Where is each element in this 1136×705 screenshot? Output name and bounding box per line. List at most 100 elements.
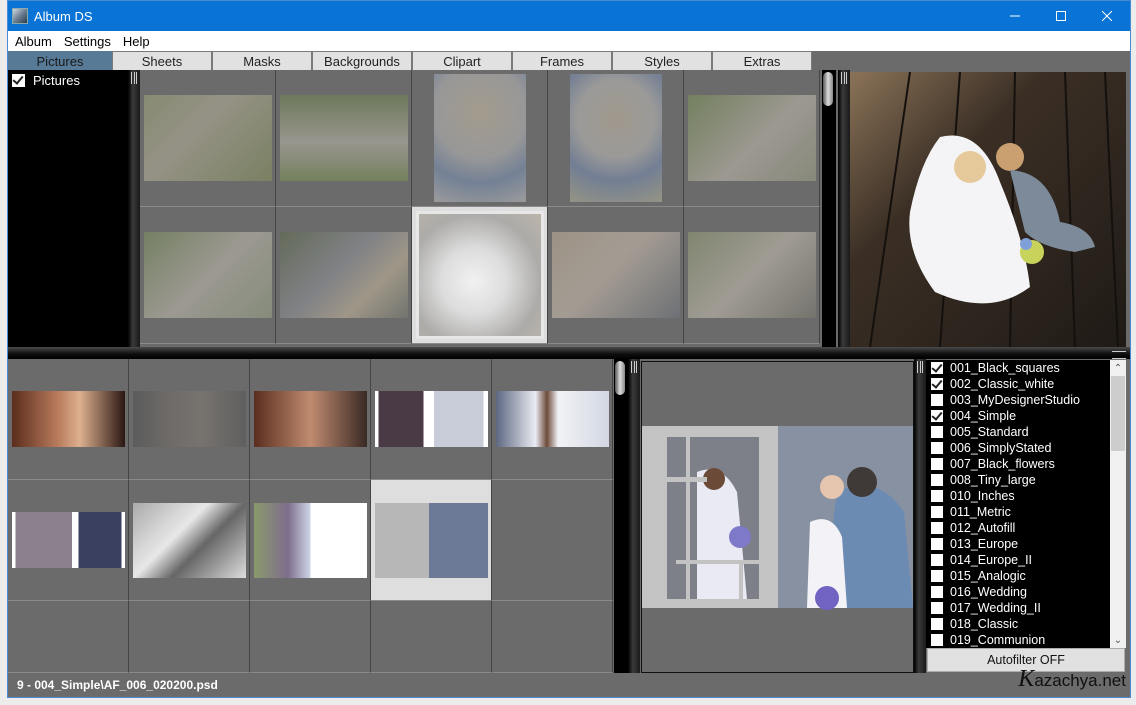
style-checkbox[interactable] (931, 426, 943, 438)
tab-clipart[interactable]: Clipart (412, 51, 512, 70)
tab-backgrounds[interactable]: Backgrounds (312, 51, 412, 70)
maximize-button[interactable] (1038, 1, 1084, 31)
scrollbar-thumb[interactable] (1111, 376, 1125, 451)
style-checkbox[interactable] (931, 442, 943, 454)
sheet-preview-resize-handle[interactable] (628, 359, 640, 673)
minimize-button[interactable] (992, 1, 1038, 31)
styles-resize-handle[interactable] (914, 359, 926, 673)
picture-cell[interactable] (140, 70, 276, 207)
tab-pictures[interactable]: Pictures (8, 51, 112, 70)
sheet-cell[interactable] (129, 359, 250, 480)
style-checkbox[interactable] (931, 586, 943, 598)
scrollbar-thumb[interactable] (615, 361, 625, 395)
menu-album[interactable]: Album (8, 34, 58, 49)
title-bar: Album DS (8, 1, 1130, 31)
picture-cell[interactable] (140, 207, 276, 344)
sheet-cell[interactable] (371, 480, 492, 601)
style-label: 016_Wedding (950, 585, 1027, 599)
style-label: 014_Europe_II (950, 553, 1033, 567)
style-checkbox[interactable] (931, 362, 943, 374)
picture-cell[interactable] (548, 207, 684, 344)
style-checkbox[interactable] (931, 410, 943, 422)
tab-frames[interactable]: Frames (512, 51, 612, 70)
style-checkbox[interactable] (931, 554, 943, 566)
style-list-item[interactable]: 006_SimplyStated (926, 440, 1110, 456)
menu-help[interactable]: Help (117, 34, 156, 49)
status-text: 9 - 004_Simple\AF_006_020200.psd (17, 678, 218, 692)
tab-sheets[interactable]: Sheets (112, 51, 212, 70)
style-list-item[interactable]: 001_Black_squares (926, 360, 1110, 376)
scrollbar-thumb[interactable] (823, 72, 833, 106)
style-list-item[interactable]: 016_Wedding (926, 584, 1110, 600)
style-checkbox[interactable] (931, 570, 943, 582)
style-list-item[interactable]: 019_Communion (926, 632, 1110, 648)
tree-checkbox[interactable] (12, 74, 25, 87)
style-checkbox[interactable] (931, 490, 943, 502)
tree-item-pictures[interactable]: Pictures (8, 70, 128, 91)
sheet-cell[interactable] (129, 480, 250, 601)
style-checkbox[interactable] (931, 378, 943, 390)
sheet-cell[interactable] (8, 359, 129, 480)
style-list-item[interactable]: 002_Classic_white (926, 376, 1110, 392)
tab-extras[interactable]: Extras (712, 51, 812, 70)
picture-cell[interactable] (276, 207, 412, 344)
style-label: 019_Communion (950, 633, 1046, 647)
style-list-item[interactable]: 003_MyDesignerStudio (926, 392, 1110, 408)
sheet-cell[interactable] (250, 480, 371, 601)
picture-cell[interactable] (684, 207, 820, 344)
sheet-cell[interactable] (8, 480, 129, 601)
style-checkbox[interactable] (931, 506, 943, 518)
sheet-cell[interactable] (371, 359, 492, 480)
tree-resize-handle[interactable] (128, 70, 140, 347)
style-list-item[interactable]: 004_Simple (926, 408, 1110, 424)
style-checkbox[interactable] (931, 394, 943, 406)
sheet-cell[interactable] (250, 359, 371, 480)
app-window: Album DS Album Settings Help Pictures Sh… (7, 0, 1131, 698)
style-list-item[interactable]: 018_Classic (926, 616, 1110, 632)
style-label: 012_Autofill (950, 521, 1016, 535)
sheets-scrollbar[interactable] (614, 359, 628, 673)
pictures-scrollbar[interactable] (822, 70, 836, 347)
style-list-item[interactable]: 011_Metric (926, 504, 1110, 520)
style-checkbox[interactable] (931, 474, 943, 486)
style-checkbox[interactable] (931, 538, 943, 550)
horizontal-splitter[interactable] (8, 347, 1130, 359)
style-label: 006_SimplyStated (950, 441, 1052, 455)
pictures-grid (140, 70, 820, 347)
tab-styles[interactable]: Styles (612, 51, 712, 70)
empty-sheet-cell (129, 601, 250, 673)
style-list-item[interactable]: 014_Europe_II (926, 552, 1110, 568)
style-list-item[interactable]: 005_Standard (926, 424, 1110, 440)
scroll-down-icon[interactable]: ⌄ (1110, 632, 1126, 648)
style-checkbox[interactable] (931, 618, 943, 630)
picture-cell[interactable] (684, 70, 820, 207)
preview-resize-handle[interactable] (838, 70, 850, 347)
styles-list-scrollbar[interactable]: ⌃ ⌄ (1110, 360, 1126, 648)
close-button[interactable] (1084, 1, 1130, 31)
style-list-item[interactable]: 008_Tiny_large (926, 472, 1110, 488)
style-list-item[interactable]: 013_Europe (926, 536, 1110, 552)
folder-tree: Pictures (8, 70, 128, 347)
sheet-preview (641, 361, 914, 673)
sheet-thumbnail (11, 391, 125, 447)
style-list-item[interactable]: 010_Inches (926, 488, 1110, 504)
tab-masks[interactable]: Masks (212, 51, 312, 70)
picture-cell[interactable] (276, 70, 412, 207)
style-list-item[interactable]: 007_Black_flowers (926, 456, 1110, 472)
style-checkbox[interactable] (931, 458, 943, 470)
empty-sheet-cell (250, 601, 371, 673)
style-checkbox[interactable] (931, 634, 943, 646)
style-list-item[interactable]: 015_Analogic (926, 568, 1110, 584)
picture-cell[interactable] (412, 207, 548, 344)
list-menu-icon[interactable] (1112, 351, 1126, 359)
sheet-cell[interactable] (492, 359, 613, 480)
style-list-item[interactable]: 012_Autofill (926, 520, 1110, 536)
picture-cell[interactable] (412, 70, 548, 207)
style-list-item[interactable]: 017_Wedding_II (926, 600, 1110, 616)
scroll-up-icon[interactable]: ⌃ (1110, 360, 1126, 376)
picture-cell[interactable] (548, 70, 684, 207)
style-checkbox[interactable] (931, 522, 943, 534)
style-label: 005_Standard (950, 425, 1029, 439)
menu-settings[interactable]: Settings (58, 34, 117, 49)
style-checkbox[interactable] (931, 602, 943, 614)
